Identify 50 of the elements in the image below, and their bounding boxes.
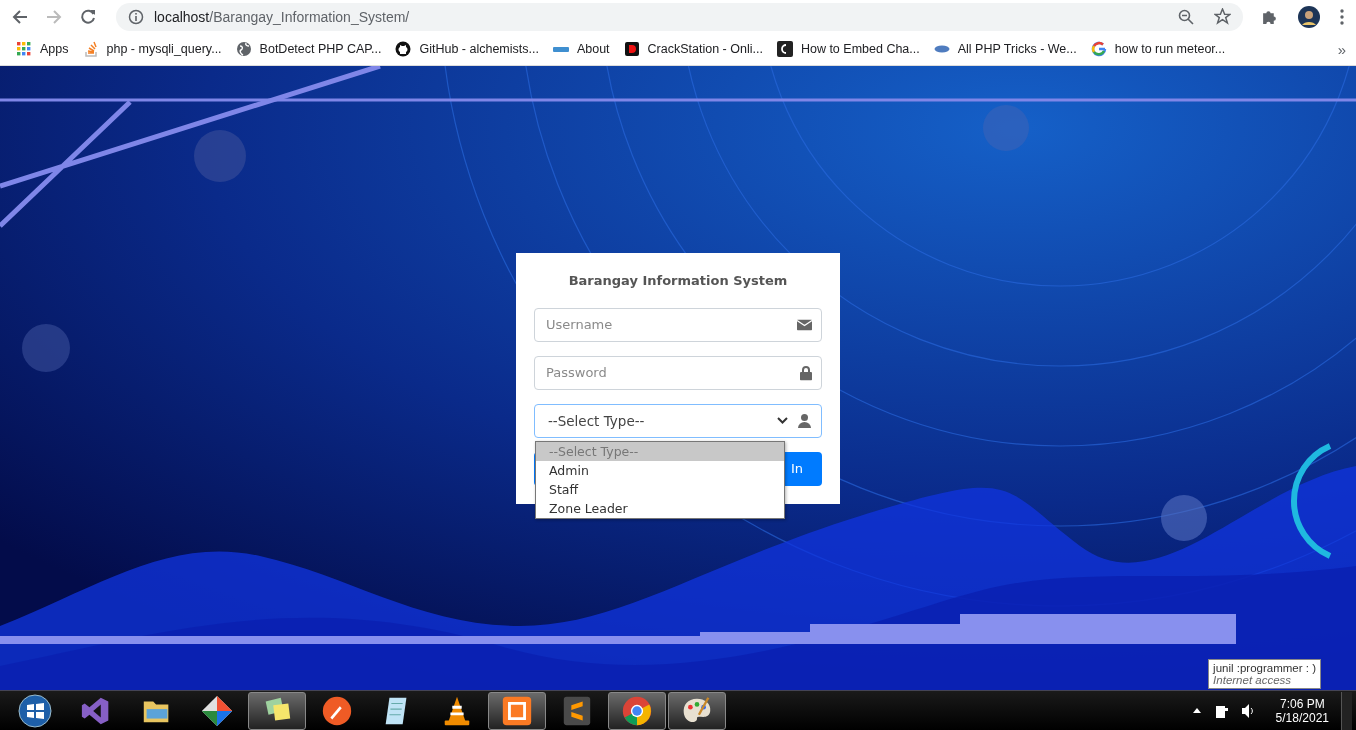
diamond-icon [200,693,234,728]
username-field[interactable]: Username [534,307,822,342]
bookmark-link[interactable]: how to run meteor... [1084,37,1232,61]
type-select[interactable]: --Select Type-- [534,403,822,438]
menu-icon[interactable] [1340,8,1344,25]
bookmark-link[interactable]: GitHub - alchemists... [389,37,545,61]
avatar-icon[interactable] [1298,5,1320,28]
bookmark-link[interactable]: About [546,37,616,61]
cat-icon [395,41,412,57]
url-text: localhost/Barangay_Information_System/ [154,8,411,25]
zoom-out-icon[interactable] [1178,8,1194,25]
reload-icon[interactable] [80,8,96,25]
taskbar-app[interactable] [608,691,666,730]
taskbar-app[interactable] [488,691,546,730]
envelope-icon [797,319,812,330]
more-bookmarks-button[interactable]: » [1337,40,1346,58]
dropdown-option[interactable]: Staff [536,479,784,499]
windows-orb-icon [18,693,52,728]
info-icon[interactable] [128,8,144,25]
ch-logo-icon [776,41,793,57]
bookmark-link[interactable]: All PHP Tricks - We... [927,37,1083,61]
password-field[interactable]: Password [534,355,822,390]
tooltip-subtitle: Internet access [1213,674,1293,686]
clock-time: 7:06 PM [1279,696,1325,711]
google-icon [1090,41,1107,57]
bookmark-link[interactable]: How to Embed Cha... [770,37,926,61]
star-icon[interactable] [1214,8,1231,25]
bookmark-link[interactable]: Apps [10,37,75,61]
clock[interactable]: 7:06 PM 5/18/2021 [1275,696,1329,725]
taskbar-app[interactable] [668,691,726,730]
address-bar[interactable]: localhost/Barangay_Information_System/ [116,2,1243,31]
dropdown-option[interactable]: Admin [536,460,784,480]
stack-icon [82,41,99,57]
bookmark-link[interactable]: php - mysqli_query... [76,37,228,61]
speaker-icon[interactable] [1241,703,1254,718]
clock-date: 5/18/2021 [1275,710,1329,725]
back-icon[interactable] [12,8,28,25]
dropdown-option[interactable]: Zone Leader [536,498,784,518]
up-arrow-icon[interactable] [1192,708,1201,713]
bookmark-link[interactable]: BotDetect PHP CAP... [229,37,388,61]
form-title: Barangay Information System [567,272,789,288]
lock-icon [800,365,812,380]
puzzle-icon[interactable] [1261,8,1278,25]
grid-icon [16,41,32,57]
taskbar-app[interactable] [248,691,306,730]
globe-icon [235,41,252,57]
person-icon [798,413,811,428]
tooltip-title: junil :programmer : ) [1213,662,1316,674]
bookmark-link[interactable]: CrackStation - Onli... [617,37,769,61]
chevron-down-icon [777,417,788,424]
